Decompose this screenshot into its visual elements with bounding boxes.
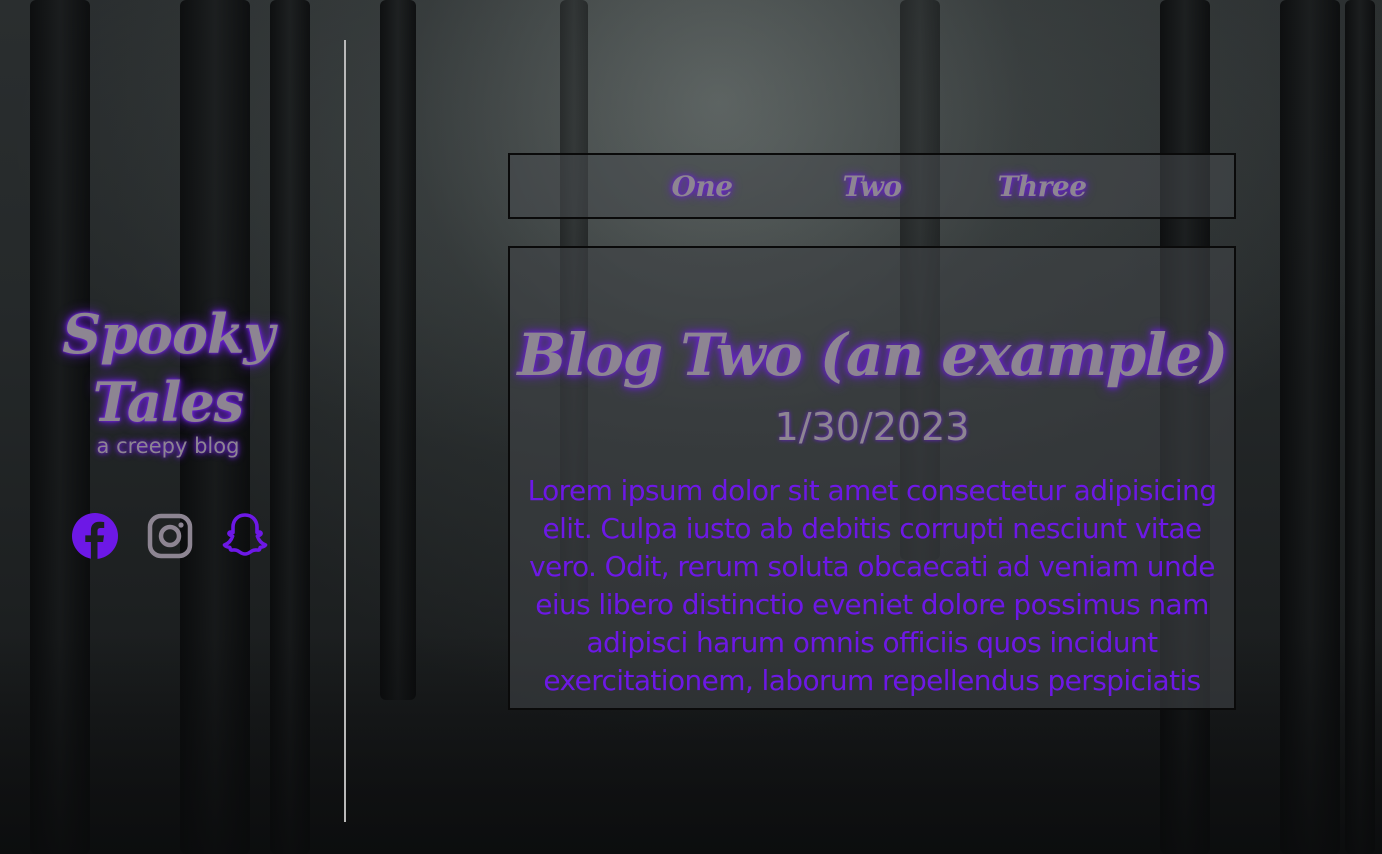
nav-item-one[interactable]: One xyxy=(617,170,787,203)
brand: Spooky Tales a creepy blog xyxy=(40,300,296,458)
instagram-icon xyxy=(147,513,193,559)
page: Spooky Tales a creepy blog One Two Three… xyxy=(0,0,1382,854)
brand-title-line2: Tales xyxy=(92,370,244,434)
post-body: Lorem ipsum dolor sit amet consectetur a… xyxy=(527,474,1217,697)
brand-title-line1: Spooky xyxy=(62,302,275,366)
top-nav: One Two Three xyxy=(508,153,1236,219)
brand-title[interactable]: Spooky Tales xyxy=(40,300,296,436)
post-title: Blog Two (an example) xyxy=(517,321,1228,389)
sidebar-divider xyxy=(344,40,346,822)
snapchat-icon xyxy=(222,513,268,556)
post-date: 1/30/2023 xyxy=(774,405,970,449)
instagram-link[interactable] xyxy=(145,511,195,561)
blog-post-card[interactable]: Blog Two (an example) 1/30/2023 Lorem ip… xyxy=(508,246,1236,710)
brand-subtitle: a creepy blog xyxy=(96,434,240,458)
nav-item-three[interactable]: Three xyxy=(957,170,1127,203)
snapchat-link[interactable] xyxy=(220,511,270,561)
background-tree xyxy=(380,0,416,700)
nav-item-two[interactable]: Two xyxy=(787,170,957,203)
social-links xyxy=(70,510,270,562)
facebook-icon xyxy=(72,513,118,559)
sidebar: Spooky Tales a creepy blog xyxy=(0,0,345,854)
facebook-link[interactable] xyxy=(70,511,120,561)
